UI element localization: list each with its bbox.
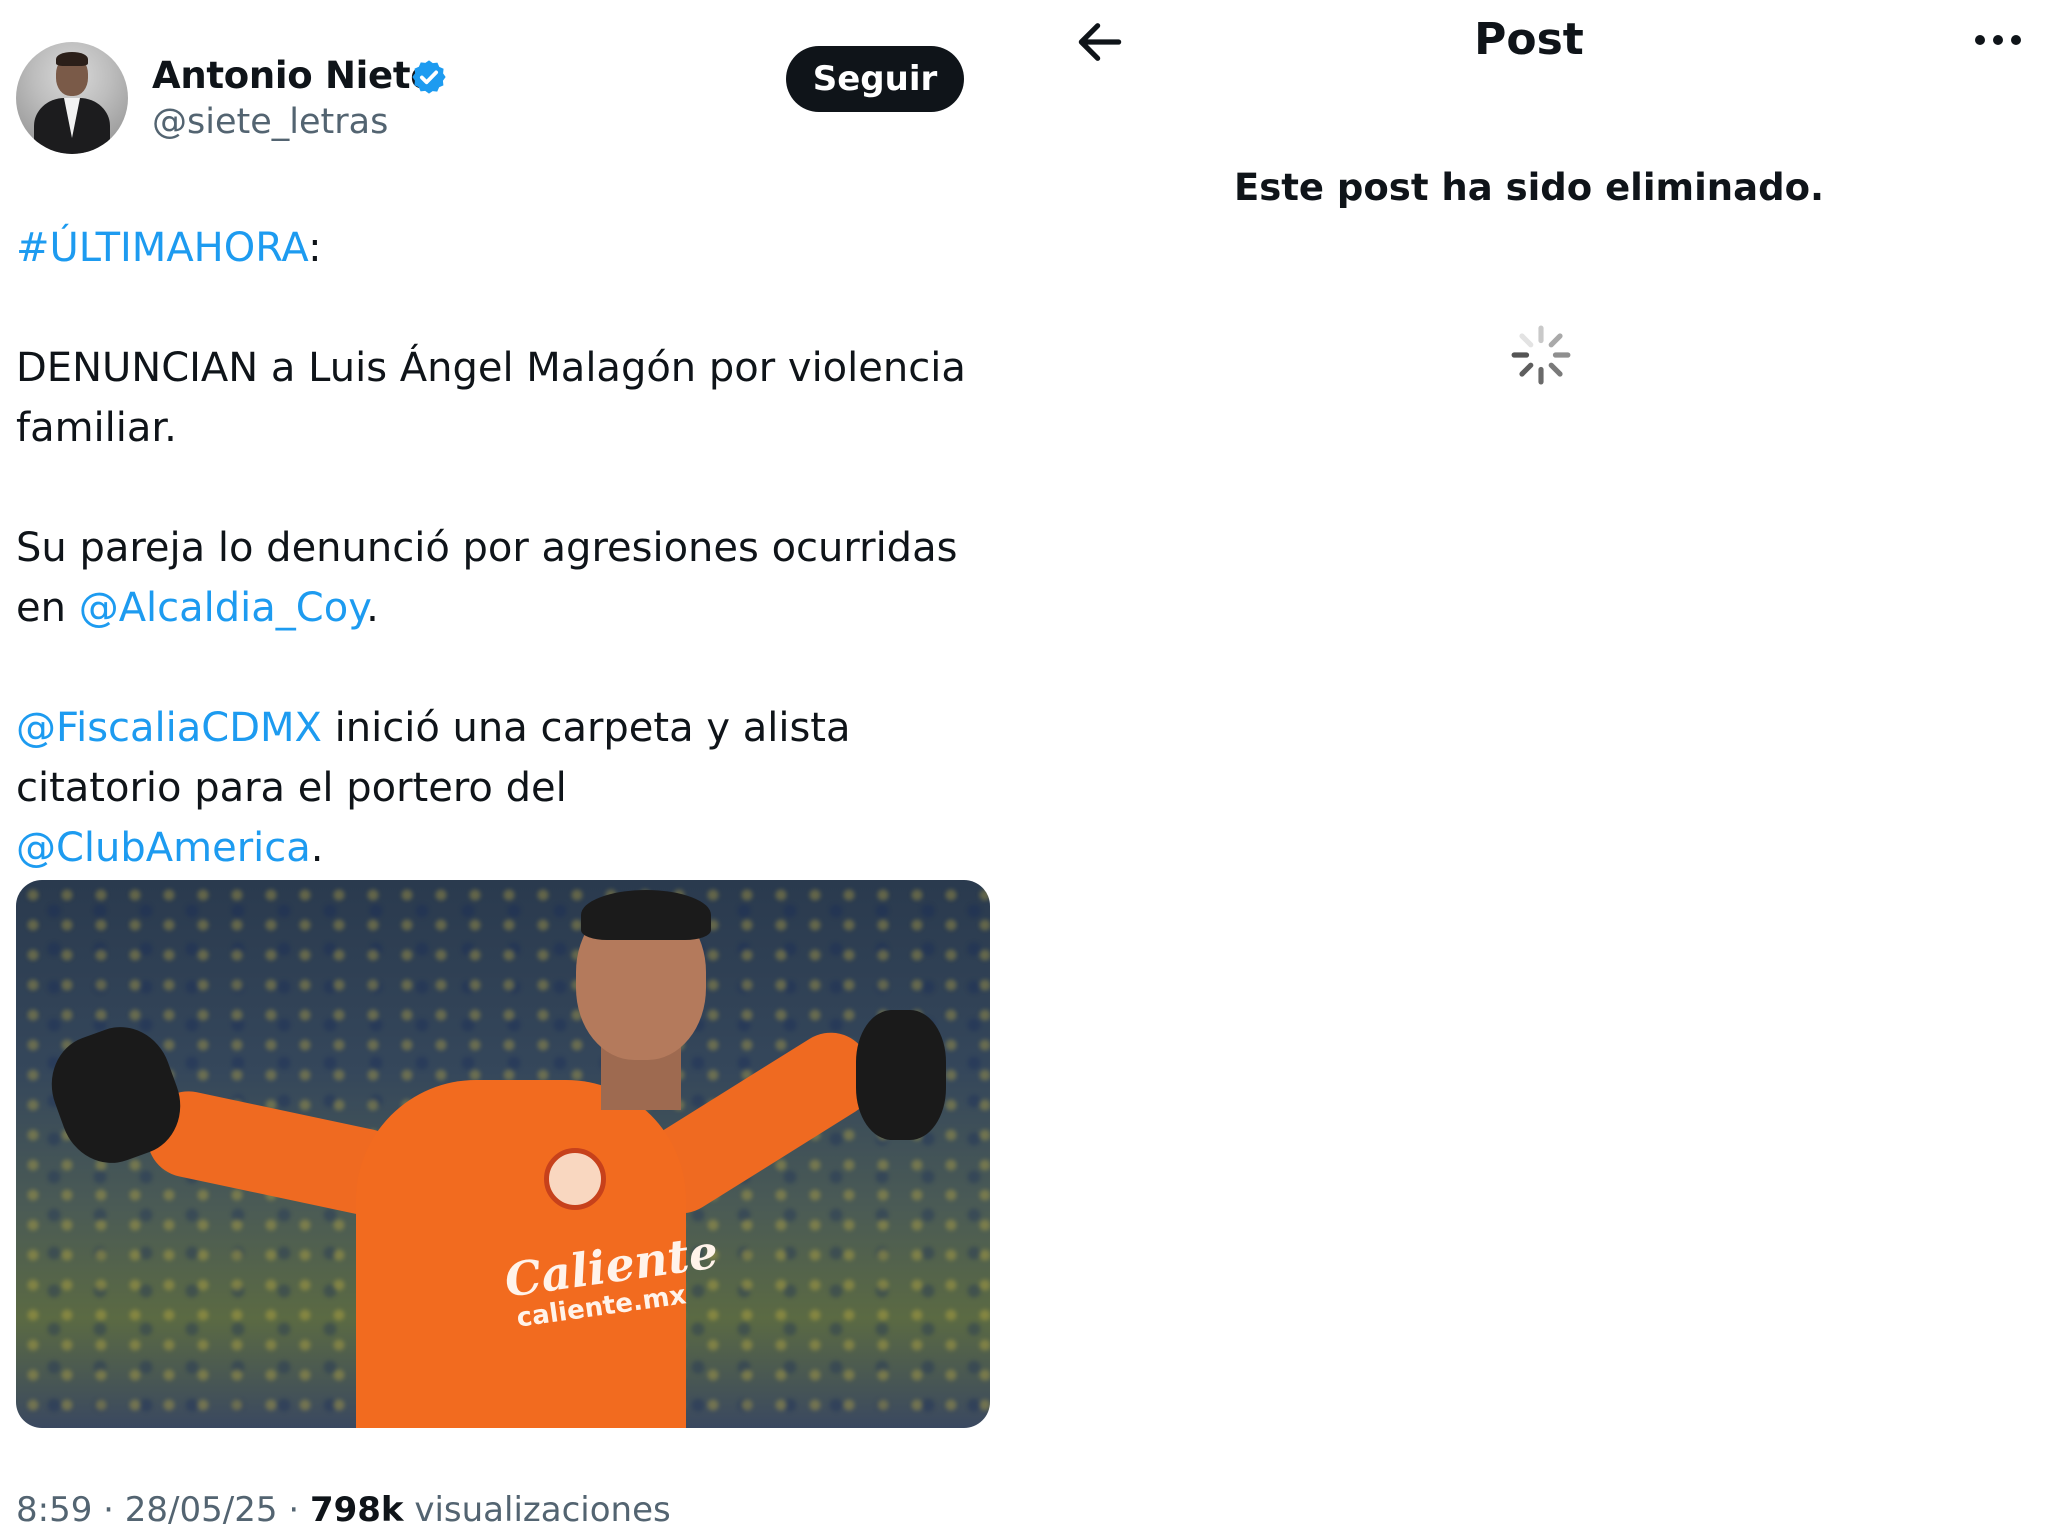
tweet-time[interactable]: 8:59 — [16, 1490, 92, 1530]
author-avatar[interactable] — [16, 42, 128, 154]
post-view-panel: Post Este post ha sido eliminado. — [1010, 0, 2048, 1534]
views-label: visualizaciones — [414, 1490, 671, 1530]
hashtag-link[interactable]: #ÚLTIMAHORA — [16, 225, 308, 271]
more-icon[interactable] — [1968, 20, 2028, 60]
follow-button[interactable]: Seguir — [786, 46, 964, 112]
meta-separator-2: · — [288, 1490, 300, 1530]
mention-fiscalia[interactable]: @FiscaliaCDMX — [16, 705, 322, 751]
glove-right — [856, 1010, 946, 1140]
page-title: Post — [1474, 14, 1584, 65]
tweet-meta: 8:59 · 28/05/25 · 798k visualizaciones — [16, 1490, 671, 1530]
tweet-line-1: DENUNCIAN a Luis Ángel Malagón por viole… — [16, 345, 966, 451]
deleted-message: Este post ha sido eliminado. — [1233, 166, 1825, 209]
verified-badge-icon — [412, 60, 446, 94]
tweet-line-3-end: . — [310, 825, 324, 871]
tweet-date[interactable]: 28/05/25 — [125, 1490, 278, 1530]
tweet-text: #ÚLTIMAHORA: DENUNCIAN a Luis Ángel Mala… — [16, 218, 1006, 878]
tweet-media-photo[interactable]: Caliente caliente.mx — [16, 880, 990, 1428]
mention-alcaldia[interactable]: @Alcaldia_Coy — [79, 585, 366, 631]
hashtag-suffix: : — [308, 225, 322, 271]
views-count: 798k — [309, 1490, 404, 1530]
mention-club[interactable]: @ClubAmerica — [16, 825, 311, 871]
loading-spinner-icon — [1511, 325, 1571, 385]
author-name[interactable]: Antonio Nieto — [152, 54, 436, 97]
tweet-line-2-end: . — [366, 585, 379, 631]
author-handle[interactable]: @siete_letras — [152, 102, 388, 142]
club-crest — [544, 1148, 606, 1210]
meta-separator: · — [103, 1490, 114, 1530]
tweet-panel: Antonio Nieto @siete_letras Seguir #ÚLTI… — [0, 0, 1010, 1534]
